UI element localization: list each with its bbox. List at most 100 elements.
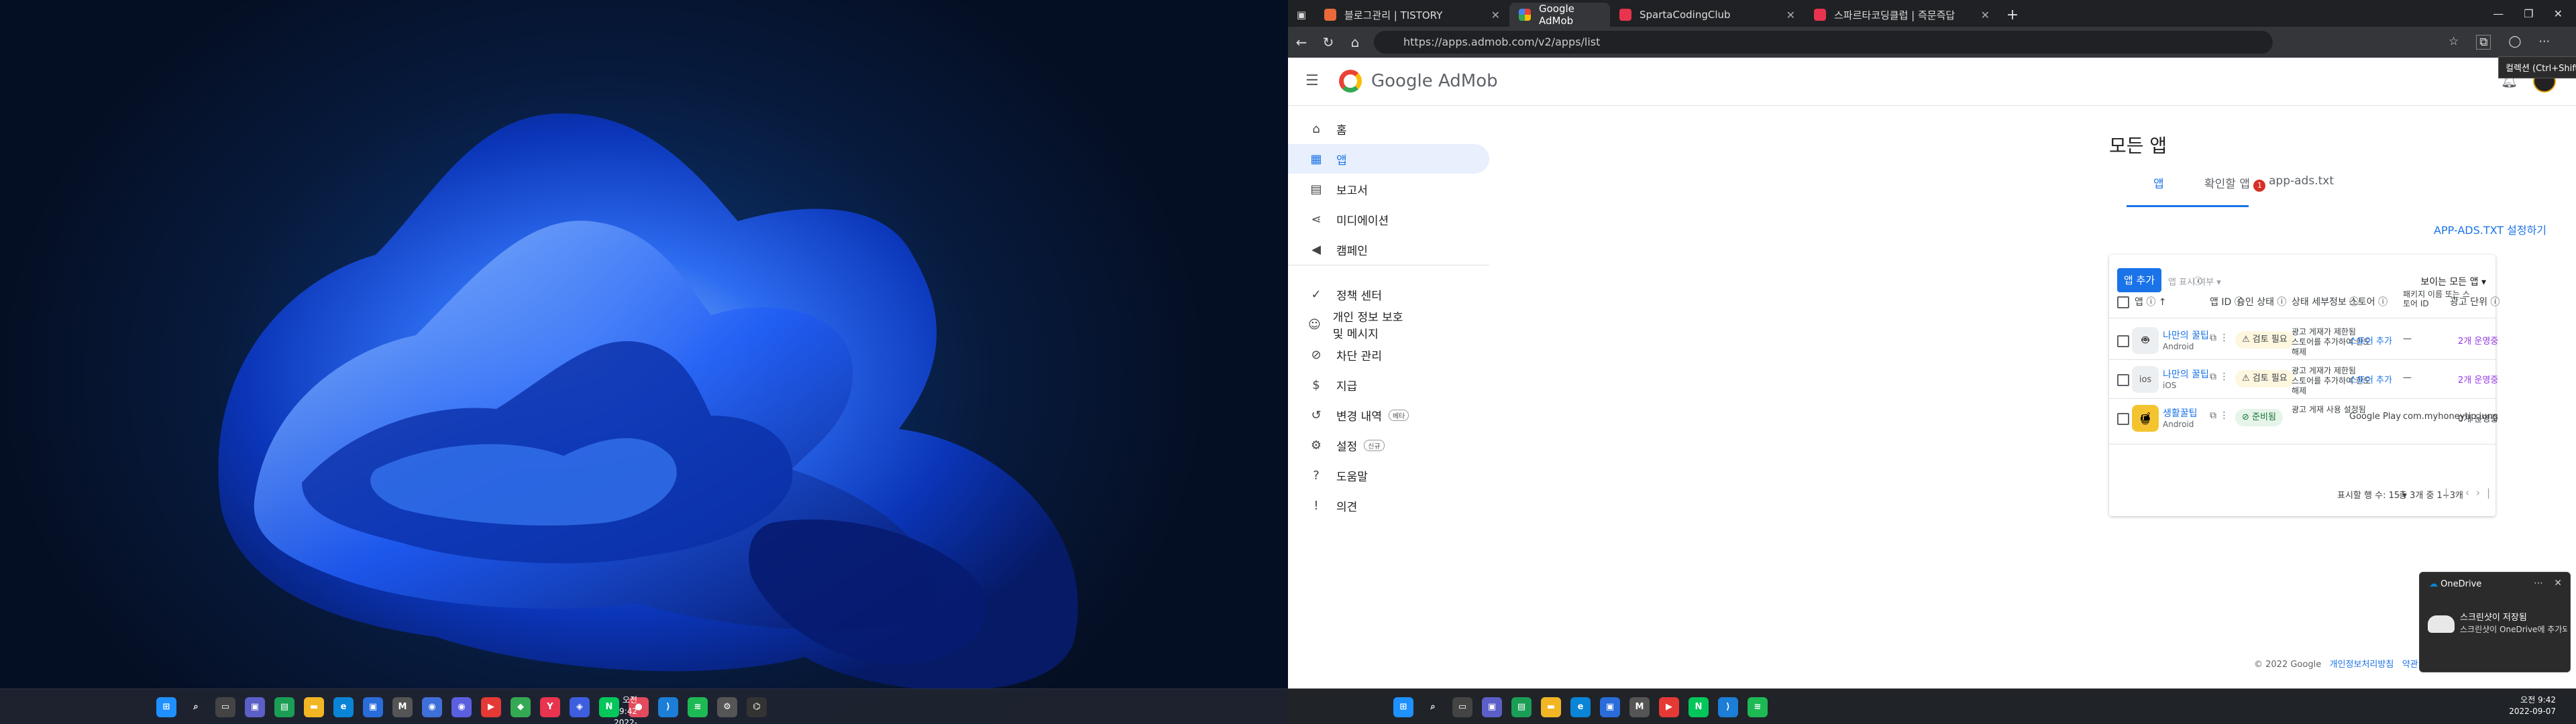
select-all-checkbox[interactable] xyxy=(2117,296,2129,308)
rows-per-page[interactable]: 표시할 행 수: 15 ▾ xyxy=(2337,488,2407,501)
col-approval[interactable]: 승인 상태 ⓘ xyxy=(2237,295,2286,308)
app-name-link[interactable]: 나만의 꿀팁 xyxy=(2163,367,2209,381)
spotify-icon[interactable]: ≋ xyxy=(1748,697,1768,717)
footer-terms-link[interactable]: 약관 xyxy=(2402,660,2418,670)
close-icon[interactable]: ✕ xyxy=(1786,9,1795,21)
app-name-link[interactable]: 나만의 꿀팁 xyxy=(2163,328,2209,342)
app-icon[interactable]: ⚙ xyxy=(717,697,737,717)
sidebar-item-12[interactable]: ! 의견 xyxy=(1288,491,1415,520)
minimize-icon[interactable]: — xyxy=(2493,7,2504,20)
onedrive-toast[interactable]: ☁ OneDrive ⋯ ✕ 스크린샷이 저장됨 스크린샷이 OneDrive에… xyxy=(2419,572,2571,672)
sidebar-item-4[interactable]: ◀ 캠페인 xyxy=(1288,235,1415,264)
toast-more-icon[interactable]: ⋯ xyxy=(2534,578,2543,589)
new-tab-icon[interactable]: + xyxy=(1999,3,2026,27)
maximize-icon[interactable]: ❐ xyxy=(2524,7,2533,20)
ad-units-count[interactable]: 2개 운영중 xyxy=(2458,373,2498,385)
file-explorer-icon[interactable]: ▬ xyxy=(1541,697,1561,717)
toast-close-icon[interactable]: ✕ xyxy=(2554,578,2562,589)
sidebar-item-0[interactable]: ⌂ 홈 xyxy=(1288,114,1415,143)
window-close-icon[interactable]: ✕ xyxy=(2554,7,2563,20)
pagination-arrows-icon[interactable]: |‹‹›| xyxy=(2445,487,2497,499)
task-view-icon[interactable]: ▭ xyxy=(215,697,235,717)
sidebar-item-6[interactable]: ☺ 개인 정보 보호 및 메시지 xyxy=(1288,310,1415,341)
col-adunits[interactable]: 광고 단위 ⓘ xyxy=(2450,295,2500,308)
mail-icon[interactable]: M xyxy=(1629,697,1650,717)
chat-icon[interactable]: ▣ xyxy=(1482,697,1502,717)
menu-icon[interactable]: ☰ xyxy=(1305,72,1319,89)
store-icon[interactable]: ▣ xyxy=(363,697,383,717)
widgets-icon[interactable]: ▤ xyxy=(1511,697,1532,717)
sidebar-item-9[interactable]: ↺ 변경 내역 베타 xyxy=(1288,400,1415,430)
row-checkbox[interactable] xyxy=(2117,374,2129,386)
app-ads-txt-setup-link[interactable]: APP-ADS.TXT 설정하기 xyxy=(2434,221,2546,237)
collections-icon[interactable]: ⧉ xyxy=(2476,35,2491,50)
help-icon[interactable]: ⓘ xyxy=(2194,274,2202,287)
refresh-icon[interactable]: ↻ xyxy=(1315,34,1342,50)
app-icon[interactable]: ◉ xyxy=(451,697,472,717)
ad-units-count[interactable]: 0개 운영중 xyxy=(2458,412,2498,424)
row-checkbox[interactable] xyxy=(2117,335,2129,347)
row-checkbox[interactable] xyxy=(2117,413,2129,425)
favorites-icon[interactable]: ☆ xyxy=(2449,35,2459,50)
tab-app-ads-txt[interactable]: app-ads.txt xyxy=(2269,174,2334,188)
mail-icon[interactable]: M xyxy=(392,697,413,717)
col-store[interactable]: 스토어 ⓘ xyxy=(2349,295,2387,308)
visible-apps-filter[interactable]: 보이는 모든 앱 ▾ xyxy=(2420,275,2486,288)
sidebar-item-2[interactable]: ▤ 보고서 xyxy=(1288,174,1415,204)
sidebar-item-7[interactable]: ⊘ 차단 관리 xyxy=(1288,340,1415,369)
close-icon[interactable]: ✕ xyxy=(1491,9,1500,21)
maps-icon[interactable]: ◆ xyxy=(511,697,531,717)
copy-id-icon[interactable]: ⧉ ⋮ xyxy=(2210,333,2229,343)
tab-apps[interactable]: 앱 xyxy=(2153,174,2164,191)
search-icon[interactable]: ⌕ xyxy=(1423,697,1443,717)
sidebar-item-11[interactable]: ? 도움말 xyxy=(1288,461,1415,490)
url-input[interactable]: https://apps.admob.com/v2/apps/list xyxy=(1374,31,2273,54)
store-icon[interactable]: ▣ xyxy=(1600,697,1620,717)
chat-icon[interactable]: ▣ xyxy=(245,697,265,717)
spotify-icon[interactable]: ≋ xyxy=(688,697,708,717)
tab-actions-icon[interactable]: ▣ xyxy=(1288,3,1315,27)
youtube-icon[interactable]: ▶ xyxy=(1659,697,1679,717)
copy-id-icon[interactable]: ⧉ ⋮ xyxy=(2210,371,2229,382)
home-icon[interactable]: ⌂ xyxy=(1342,34,1368,50)
taskbar-clock[interactable]: 오전 9:42 2022-09-07 xyxy=(2502,695,2556,717)
close-icon[interactable]: ✕ xyxy=(1981,9,1990,21)
back-icon[interactable]: ← xyxy=(1288,34,1315,50)
sidebar-item-5[interactable]: ✓ 정책 센터 xyxy=(1288,280,1415,309)
edge-icon[interactable]: e xyxy=(333,697,354,717)
store-link[interactable]: 스토어 추가 xyxy=(2349,373,2392,385)
start-icon[interactable]: ⊞ xyxy=(1393,697,1413,717)
vscode-icon[interactable]: ⟩ xyxy=(1718,697,1738,717)
ad-units-count[interactable]: 2개 운영중 xyxy=(2458,334,2498,347)
app-icon[interactable]: ◉ xyxy=(422,697,442,717)
tab-review[interactable]: 확인할 앱 1 xyxy=(2204,174,2266,192)
store-link[interactable]: 스토어 추가 xyxy=(2349,334,2392,347)
file-explorer-icon[interactable]: ▬ xyxy=(304,697,324,717)
app-icon[interactable]: ◈ xyxy=(570,697,590,717)
app-icon[interactable]: ⌬ xyxy=(747,697,767,717)
browser-tab[interactable]: 블로그관리 | TISTORY ✕ xyxy=(1315,3,1509,27)
taskbar-clock[interactable]: 오전 9:42 2022-09-07 xyxy=(604,695,637,724)
sidebar-item-8[interactable]: $ 지급 xyxy=(1288,370,1415,400)
footer-privacy-link[interactable]: 개인정보처리방침 xyxy=(2330,660,2394,670)
profile-icon[interactable]: ◯ xyxy=(2508,35,2521,50)
sidebar-item-1[interactable]: ▦ 앱 xyxy=(1288,144,1489,174)
naver-icon[interactable]: N xyxy=(1688,697,1709,717)
app-icon[interactable]: Y xyxy=(540,697,560,717)
sidebar-item-3[interactable]: ⋖ 미디에이션 xyxy=(1288,204,1415,234)
sidebar-item-10[interactable]: ⚙ 설정 신규 xyxy=(1288,430,1415,460)
youtube-icon[interactable]: ▶ xyxy=(481,697,501,717)
search-icon[interactable]: ⌕ xyxy=(186,697,206,717)
app-name-link[interactable]: 생활꿀팁 xyxy=(2163,406,2198,420)
copy-id-icon[interactable]: ⧉ ⋮ xyxy=(2210,410,2229,421)
task-view-icon[interactable]: ▭ xyxy=(1452,697,1472,717)
browser-tab-active[interactable]: Google AdMob xyxy=(1509,3,1610,27)
widgets-icon[interactable]: ▤ xyxy=(274,697,294,717)
browser-tab[interactable]: SpartaCodingClub ✕ xyxy=(1610,3,1805,27)
browser-tab[interactable]: 스파르타코딩클럽 | 즉문즉답 ✕ xyxy=(1805,3,1999,27)
start-icon[interactable]: ⊞ xyxy=(156,697,176,717)
more-icon[interactable]: ⋯ xyxy=(2538,35,2550,50)
col-app[interactable]: 앱 ⓘ ↑ xyxy=(2135,295,2167,308)
add-app-button[interactable]: 앱 추가 xyxy=(2117,268,2161,292)
vscode-icon[interactable]: ⟩ xyxy=(658,697,678,717)
